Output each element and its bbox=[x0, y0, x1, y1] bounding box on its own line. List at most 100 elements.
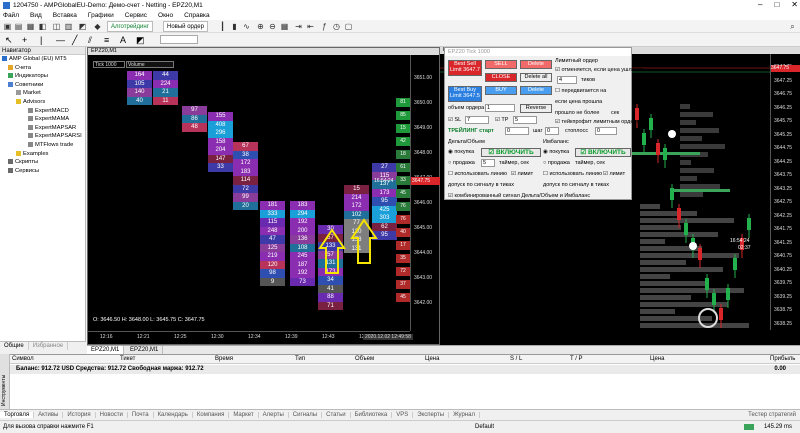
stop-input[interactable]: 0 bbox=[595, 127, 617, 135]
tp-limit-checkbox[interactable]: ☑ тейкпрофит лимитным ордером bbox=[555, 119, 643, 125]
terminal-tab[interactable]: Календарь bbox=[154, 412, 193, 418]
zoom-out-icon[interactable]: ⊖ bbox=[268, 22, 277, 31]
candle-chart-icon[interactable]: ▮ bbox=[230, 22, 239, 31]
pending-ticks-input[interactable]: 4 bbox=[557, 76, 577, 84]
nav-item-ea[interactable]: ExpertMAPSARSI bbox=[0, 132, 85, 141]
nav-item-ea[interactable]: ExpertMAPSAR bbox=[0, 124, 85, 133]
imb-limit[interactable]: ☑ лимит bbox=[603, 171, 625, 177]
delta-limit[interactable]: ☑ лимит bbox=[511, 171, 533, 177]
trail-step-input[interactable]: 0 bbox=[545, 127, 559, 135]
terminal-tab[interactable]: Новости bbox=[96, 412, 128, 418]
nav-item-scripts[interactable]: Скрипты bbox=[0, 158, 85, 167]
menu-view[interactable]: Вид bbox=[30, 12, 42, 19]
nav-item-market[interactable]: Market bbox=[0, 89, 85, 98]
tab-common[interactable]: Общие bbox=[0, 342, 29, 350]
market-watch-icon[interactable]: ▦ bbox=[26, 22, 35, 31]
nav-item-broker[interactable]: AMP Global (EU) MT5 bbox=[0, 55, 85, 64]
col-volume[interactable]: Объем bbox=[355, 355, 374, 364]
menu-window[interactable]: Окно bbox=[158, 12, 173, 19]
line-chart-icon[interactable]: ∿ bbox=[242, 22, 251, 31]
col-price2[interactable]: Цена bbox=[650, 355, 664, 364]
trail-start-input[interactable]: 0 bbox=[505, 127, 529, 135]
tp-checkbox[interactable]: ☑ TP bbox=[495, 117, 508, 123]
text-icon[interactable]: A bbox=[120, 35, 126, 45]
terminal-tab[interactable]: Эксперты bbox=[413, 412, 450, 418]
col-ticket[interactable]: Тикет bbox=[120, 355, 135, 364]
minimize-button[interactable]: – bbox=[758, 0, 762, 10]
terminal-tab[interactable]: Компания bbox=[193, 412, 230, 418]
delta-enable-button[interactable]: ☑ ВКЛЮЧИТЬ bbox=[481, 148, 541, 157]
tp-input[interactable]: 5 bbox=[513, 116, 537, 124]
terminal-tab[interactable]: Торговля bbox=[0, 412, 35, 418]
col-time[interactable]: Время bbox=[215, 355, 233, 364]
period-selector[interactable] bbox=[160, 35, 198, 44]
delete-all-button[interactable]: Delete all bbox=[520, 73, 552, 82]
imb-enable-button[interactable]: ☑ ВКЛЮЧИТЬ bbox=[575, 148, 631, 157]
reverse-button[interactable]: Reverse bbox=[520, 104, 552, 113]
chart-tab[interactable]: EPZ20,M1 bbox=[126, 346, 164, 354]
col-tp[interactable]: T / P bbox=[570, 355, 583, 364]
hline-icon[interactable]: — bbox=[56, 35, 65, 45]
tab-favorites[interactable]: Избранное bbox=[29, 342, 69, 350]
menu-charts[interactable]: Графики bbox=[88, 12, 114, 19]
fibo-icon[interactable]: ≡ bbox=[104, 35, 109, 45]
algo-trading-button[interactable]: Алготрейдинг bbox=[107, 21, 153, 32]
channel-icon[interactable]: ⫽ bbox=[88, 35, 92, 46]
menu-tools[interactable]: Сервис bbox=[125, 12, 147, 19]
shift-icon[interactable]: ⇤ bbox=[306, 22, 315, 31]
pending-cancel-checkbox[interactable]: ☑ отменяется, если цена ушла на bbox=[555, 67, 642, 73]
terminal-tab[interactable]: Сигналы bbox=[289, 412, 323, 418]
tile-icon[interactable]: ▦ bbox=[280, 22, 289, 31]
imb-buy-radio[interactable]: ◉ покупка bbox=[543, 149, 569, 155]
close-position-button[interactable]: CLOSE bbox=[485, 73, 517, 82]
delta-timer-input[interactable]: 5 bbox=[481, 159, 495, 167]
col-type[interactable]: Тип bbox=[295, 355, 305, 364]
best-buy-button[interactable]: Best Buy Limit 3647.5 bbox=[448, 86, 482, 102]
chart-tab[interactable]: EPZ20,M1 bbox=[87, 346, 125, 354]
imb-use-line[interactable]: ☐ использовать линию bbox=[543, 171, 602, 177]
delta-sell-radio[interactable]: ○ продажа bbox=[448, 160, 475, 166]
terminal-tab[interactable]: Алерты bbox=[259, 412, 289, 418]
combined-checkbox[interactable]: ☑ комбинированный сигнал Дельта/Объем и … bbox=[448, 193, 590, 199]
terminal-tab[interactable]: Статьи bbox=[322, 412, 351, 418]
templates-icon[interactable]: ▢ bbox=[344, 22, 353, 31]
metaeditor-icon[interactable]: ◆ bbox=[93, 22, 102, 31]
nav-item-advisors[interactable]: Советники bbox=[0, 81, 85, 90]
menu-help[interactable]: Справка bbox=[184, 12, 210, 19]
sell-button[interactable]: SELL bbox=[485, 60, 517, 69]
delta-buy-radio[interactable]: ◉ покупка bbox=[448, 149, 474, 155]
nav-item-ea[interactable]: MTFlows trade bbox=[0, 141, 85, 150]
maximize-button[interactable]: □ bbox=[774, 0, 779, 10]
vline-icon[interactable]: | bbox=[40, 35, 42, 45]
col-symbol[interactable]: Символ bbox=[12, 355, 34, 364]
menu-file[interactable]: Файл bbox=[3, 12, 19, 19]
sl-checkbox[interactable]: ☑ SL bbox=[448, 117, 461, 123]
menu-insert[interactable]: Вставка bbox=[53, 12, 77, 19]
indicators-icon[interactable]: ƒ bbox=[320, 22, 329, 31]
pending-move-checkbox[interactable]: ☐ передвигается на bbox=[555, 88, 606, 94]
delete-sell-button[interactable]: Delete bbox=[520, 60, 552, 69]
crosshair-icon[interactable]: + bbox=[22, 35, 27, 45]
instruments-side-tab[interactable]: Инструменты bbox=[0, 354, 10, 409]
periods-icon[interactable]: ◷ bbox=[332, 22, 341, 31]
imb-sell-radio[interactable]: ○ продажа bbox=[543, 160, 570, 166]
nav-item-indicators[interactable]: Индикаторы bbox=[0, 72, 85, 81]
best-sell-button[interactable]: Best Sell Limit 3647.7 bbox=[448, 60, 482, 76]
volume-input[interactable]: 1 bbox=[485, 104, 515, 112]
zoom-in-icon[interactable]: ⊕ bbox=[256, 22, 265, 31]
terminal-tab[interactable]: Активы bbox=[34, 412, 64, 418]
nav-item-ea[interactable]: ExpertMAMA bbox=[0, 115, 85, 124]
terminal-tab[interactable]: Почта bbox=[128, 412, 154, 418]
col-price[interactable]: Цена bbox=[425, 355, 439, 364]
data-window-icon[interactable]: ◧ bbox=[38, 22, 47, 31]
col-profit[interactable]: Прибыль bbox=[770, 355, 795, 364]
new-order-button[interactable]: Новый ордер bbox=[163, 21, 208, 32]
strategy-tester-tab[interactable]: Тестер стратегий bbox=[744, 412, 800, 418]
new-chart-icon[interactable]: ▣ bbox=[3, 22, 12, 31]
buy-button[interactable]: BUY bbox=[485, 86, 517, 95]
search-icon[interactable]: ⌕ bbox=[788, 22, 797, 31]
terminal-tab[interactable]: Журнал bbox=[449, 412, 480, 418]
nav-item-examples[interactable]: Examples bbox=[0, 150, 85, 159]
autoscroll-icon[interactable]: ⇥ bbox=[294, 22, 303, 31]
terminal-tab[interactable]: История bbox=[63, 412, 96, 418]
